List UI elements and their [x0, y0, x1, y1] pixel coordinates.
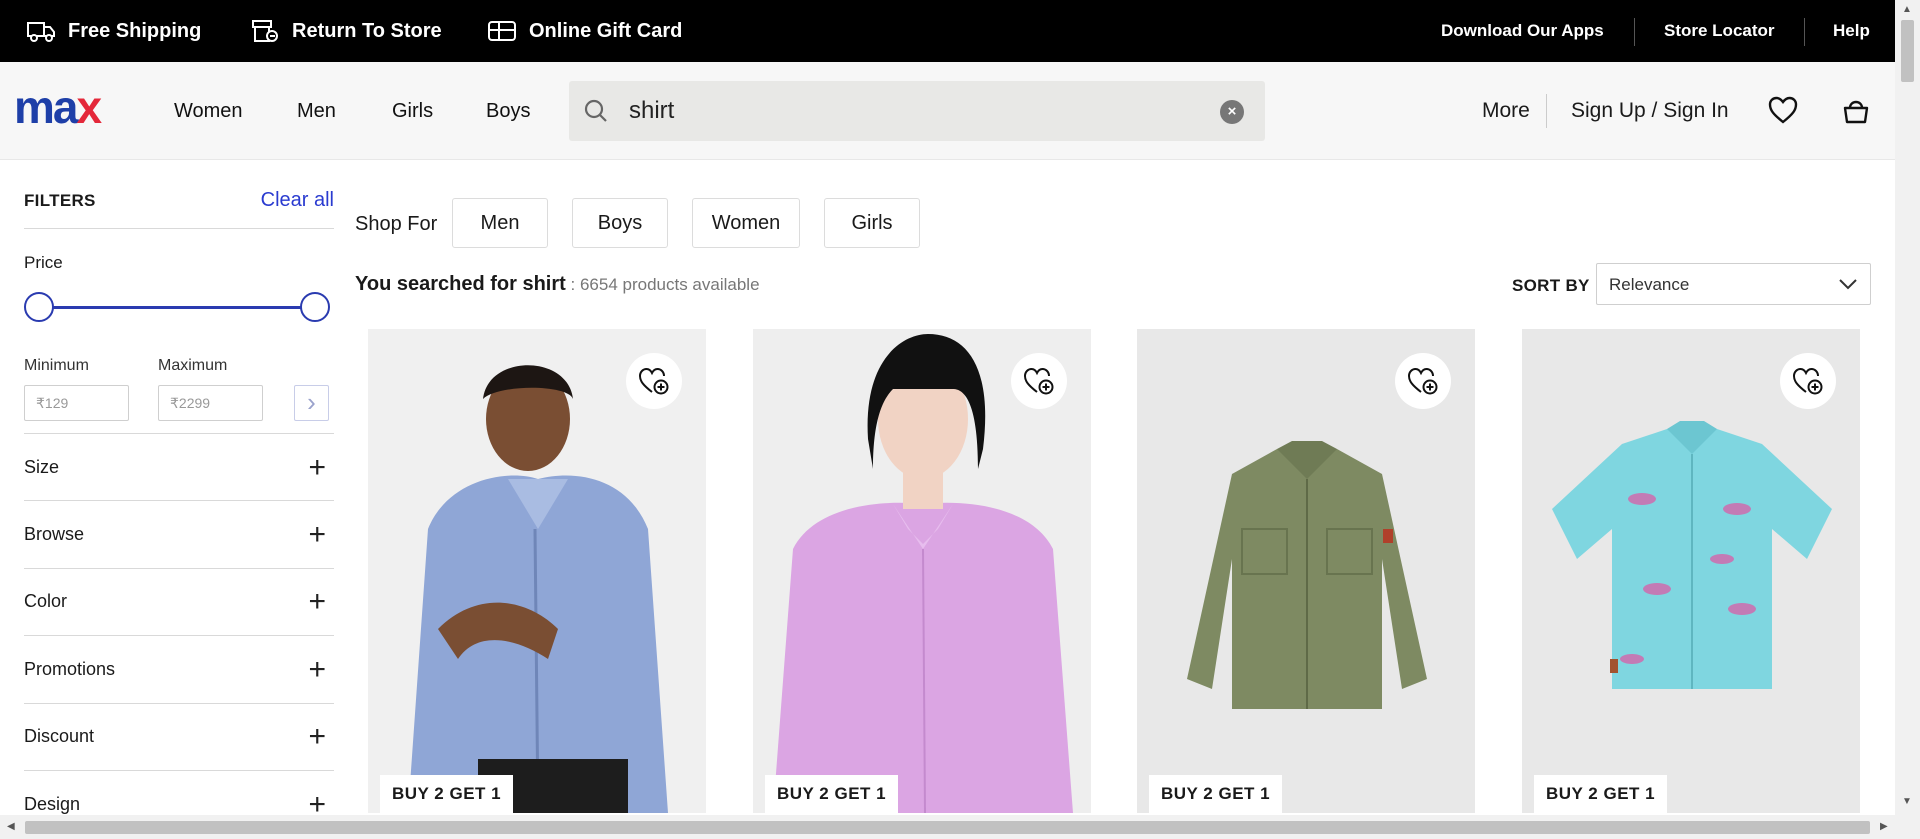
price-slider-max-handle[interactable] [300, 292, 330, 322]
price-slider-track [38, 306, 320, 309]
search-input[interactable] [629, 91, 1189, 131]
horizontal-scrollbar[interactable]: ◀ ▶ [0, 815, 1895, 839]
heart-plus-icon [1407, 367, 1438, 395]
top-bar: Free Shipping Return To Store Online Gif… [0, 0, 1895, 62]
return-to-store-link[interactable]: Return To Store [250, 0, 442, 62]
product-card[interactable]: BUY 2 GET 1 [1522, 329, 1860, 813]
plus-icon: + [308, 584, 326, 618]
filters-title: FILTERS [24, 191, 96, 210]
divider [1634, 18, 1635, 46]
results-summary: You searched for shirt : 6654 products a… [355, 273, 760, 296]
add-to-wishlist-button[interactable] [1011, 353, 1067, 409]
store-locator-link[interactable]: Store Locator [1664, 0, 1775, 62]
sort-by-label: SORT BY [1512, 276, 1590, 295]
free-shipping-label: Free Shipping [68, 19, 202, 42]
search-icon [584, 99, 607, 122]
sign-in-link[interactable]: Sign Up / Sign In [1571, 62, 1729, 160]
wishlist-heart-icon[interactable] [1767, 94, 1799, 126]
divider [1546, 94, 1547, 128]
heart-plus-icon [1792, 367, 1823, 395]
main-header: max Women Men Girls Boys × More Sign Up … [0, 62, 1895, 160]
chip-boys[interactable]: Boys [572, 198, 668, 248]
filter-size[interactable]: Size + [24, 434, 334, 501]
more-menu[interactable]: More [1482, 62, 1530, 160]
promo-badge: BUY 2 GET 1 [765, 775, 899, 813]
gift-card-icon [488, 21, 516, 41]
divider [1804, 18, 1805, 46]
filter-color-label: Color [24, 591, 68, 611]
scroll-left-arrow-icon[interactable]: ◀ [7, 821, 15, 832]
help-link[interactable]: Help [1833, 0, 1870, 62]
nav-boys[interactable]: Boys [486, 62, 530, 160]
scroll-up-arrow-icon[interactable]: ▲ [1902, 4, 1912, 15]
add-to-wishlist-button[interactable] [626, 353, 682, 409]
product-card[interactable]: BUY 2 GET 1 [368, 329, 706, 813]
add-to-wishlist-button[interactable] [1780, 353, 1836, 409]
return-to-store-label: Return To Store [292, 19, 442, 42]
filter-promotions-label: Promotions [24, 659, 116, 679]
logo-part: ma [14, 81, 79, 133]
filter-size-label: Size [24, 457, 60, 477]
nav-women[interactable]: Women [174, 62, 243, 160]
promo-badge: BUY 2 GET 1 [380, 775, 514, 813]
plus-icon: + [308, 652, 326, 686]
online-gift-card-label: Online Gift Card [529, 19, 683, 42]
horizontal-scroll-thumb[interactable] [25, 821, 1870, 834]
shop-for-label: Shop For [355, 213, 438, 235]
filter-promotions[interactable]: Promotions + [24, 636, 334, 703]
plus-icon: + [308, 450, 326, 484]
vertical-scroll-thumb[interactable] [1901, 20, 1914, 82]
store-return-icon [252, 20, 278, 42]
nav-girls[interactable]: Girls [392, 62, 433, 160]
sort-dropdown[interactable]: Relevance [1596, 263, 1871, 305]
max-logo[interactable]: max [14, 81, 102, 133]
chevron-down-icon [1839, 279, 1857, 290]
filter-discount-label: Discount [24, 726, 95, 746]
minimum-label: Minimum [24, 357, 89, 374]
filter-browse[interactable]: Browse + [24, 501, 334, 568]
search-query-text: You searched for shirt [355, 273, 566, 295]
filter-design-label: Design [24, 794, 81, 814]
filter-color[interactable]: Color + [24, 568, 334, 635]
product-card[interactable]: BUY 2 GET 1 [753, 329, 1091, 813]
free-shipping-link[interactable]: Free Shipping [26, 0, 201, 62]
min-price-field[interactable]: ₹129 [24, 385, 129, 421]
nav-men[interactable]: Men [297, 62, 336, 160]
scroll-right-arrow-icon[interactable]: ▶ [1880, 821, 1888, 832]
logo-part: x [76, 81, 102, 133]
divider [24, 228, 334, 229]
product-card[interactable]: BUY 2 GET 1 [1137, 329, 1475, 813]
promo-badge: BUY 2 GET 1 [1534, 775, 1668, 813]
chip-men[interactable]: Men [452, 198, 548, 248]
truck-icon [27, 22, 55, 42]
maximum-label: Maximum [158, 357, 228, 374]
filter-browse-label: Browse [24, 524, 85, 544]
chip-women[interactable]: Women [692, 198, 800, 248]
sort-value: Relevance [1609, 275, 1690, 294]
download-apps-link[interactable]: Download Our Apps [1441, 0, 1604, 62]
max-price-field[interactable]: ₹2299 [158, 385, 263, 421]
add-to-wishlist-button[interactable] [1395, 353, 1451, 409]
price-slider-min-handle[interactable] [24, 292, 54, 322]
promo-badge: BUY 2 GET 1 [1149, 775, 1283, 813]
shopping-bag-icon[interactable] [1840, 94, 1872, 126]
clear-all-link[interactable]: Clear all [261, 189, 334, 212]
filter-discount[interactable]: Discount + [24, 703, 334, 770]
product-count: : 6654 products available [565, 275, 760, 294]
vertical-scrollbar[interactable]: ▲ ▼ [1895, 0, 1920, 839]
apply-price-button[interactable]: › [294, 385, 329, 421]
scroll-down-arrow-icon[interactable]: ▼ [1902, 796, 1912, 807]
heart-plus-icon [1023, 367, 1054, 395]
clear-search-icon[interactable]: × [1220, 100, 1244, 124]
plus-icon: + [308, 719, 326, 753]
plus-icon: + [308, 517, 326, 551]
price-label: Price [24, 253, 63, 272]
heart-plus-icon [638, 367, 669, 395]
online-gift-card-link[interactable]: Online Gift Card [487, 0, 682, 62]
chip-girls[interactable]: Girls [824, 198, 920, 248]
search-bar: × [569, 81, 1265, 141]
